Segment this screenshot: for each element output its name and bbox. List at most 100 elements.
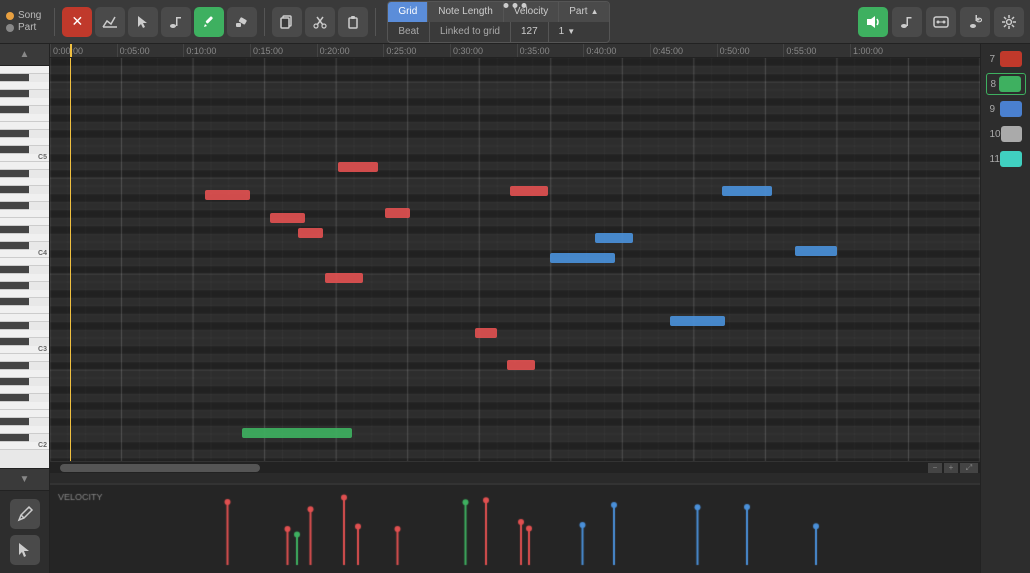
- piano-key-29[interactable]: [0, 298, 29, 306]
- piano-key-27[interactable]: [0, 282, 29, 290]
- piano-key-0[interactable]: [0, 66, 49, 74]
- note-4[interactable]: [385, 208, 410, 218]
- piano-key-44[interactable]: [0, 418, 29, 426]
- piano-key-21[interactable]: [0, 234, 49, 242]
- velocity-value-button[interactable]: 127: [511, 22, 549, 42]
- piano-key-42[interactable]: [0, 402, 49, 410]
- piano-key-43[interactable]: [0, 410, 49, 418]
- piano-key-13[interactable]: [0, 170, 29, 178]
- piano-key-11[interactable]: C5: [0, 154, 49, 162]
- piano-key-41[interactable]: [0, 394, 29, 402]
- note-6[interactable]: [475, 328, 497, 338]
- piano-key-9[interactable]: [0, 138, 49, 146]
- part-header-button[interactable]: Part ▲: [559, 2, 608, 22]
- piano-key-17[interactable]: [0, 202, 29, 210]
- piano-key-22[interactable]: [0, 242, 29, 250]
- channel-item-11[interactable]: 11: [986, 148, 1026, 170]
- note-icon-button[interactable]: [892, 7, 922, 37]
- piano-key-38[interactable]: [0, 370, 49, 378]
- scroll-thumb[interactable]: [60, 464, 260, 472]
- piano-key-30[interactable]: [0, 306, 49, 314]
- note-5[interactable]: [325, 273, 363, 283]
- piano-key-28[interactable]: [0, 290, 49, 298]
- piano-key-24[interactable]: [0, 258, 49, 266]
- piano-key-32[interactable]: [0, 322, 29, 330]
- piano-key-14[interactable]: [0, 178, 49, 186]
- note-12[interactable]: [722, 186, 772, 196]
- note-9[interactable]: [550, 253, 615, 263]
- note-13[interactable]: [795, 246, 837, 256]
- note-10[interactable]: [595, 233, 633, 243]
- midi-button[interactable]: [926, 7, 956, 37]
- part-down-arrow[interactable]: ▼: [567, 27, 575, 36]
- piano-key-25[interactable]: [0, 266, 29, 274]
- grid-area[interactable]: [50, 58, 980, 461]
- piano-key-19[interactable]: [0, 218, 49, 226]
- piano-roll[interactable]: 0:00:000:05:000:10:000:15:000:20:000:25:…: [50, 44, 980, 473]
- piano-key-46[interactable]: [0, 434, 29, 442]
- pointer-tool-button[interactable]: [10, 535, 40, 565]
- graph-button[interactable]: [95, 7, 125, 37]
- piano-key-35[interactable]: C3: [0, 346, 49, 354]
- piano-key-37[interactable]: [0, 362, 29, 370]
- note-14[interactable]: [242, 428, 352, 438]
- piano-key-5[interactable]: [0, 106, 29, 114]
- speaker-button[interactable]: [858, 7, 888, 37]
- note-7[interactable]: [507, 360, 535, 370]
- velocity-panel[interactable]: VELOCITY: [50, 483, 980, 573]
- piano-key-10[interactable]: [0, 146, 29, 154]
- note-button[interactable]: [161, 7, 191, 37]
- channel-item-7[interactable]: 7: [986, 48, 1026, 70]
- sidebar-up-button[interactable]: ▲: [0, 44, 49, 66]
- piano-key-2[interactable]: [0, 82, 49, 90]
- piano-key-1[interactable]: [0, 74, 29, 82]
- piano-key-34[interactable]: [0, 338, 29, 346]
- piano-key-40[interactable]: [0, 386, 49, 394]
- copy-button[interactable]: [272, 7, 302, 37]
- zoom-minus-button[interactable]: −: [928, 463, 942, 473]
- piano-key-47[interactable]: C2: [0, 442, 49, 450]
- expand-button[interactable]: ⤢: [960, 463, 978, 473]
- note-length-button[interactable]: Note Length: [428, 2, 504, 22]
- note-3[interactable]: [338, 162, 378, 172]
- linked-to-grid-button[interactable]: Linked to grid: [430, 22, 511, 42]
- eraser-button[interactable]: [227, 7, 257, 37]
- piano-key-20[interactable]: [0, 226, 29, 234]
- piano-key-36[interactable]: [0, 354, 49, 362]
- cursor-button[interactable]: [128, 7, 158, 37]
- note-2[interactable]: [298, 228, 323, 238]
- zoom-plus-button[interactable]: +: [944, 463, 958, 473]
- channel-item-9[interactable]: 9: [986, 98, 1026, 120]
- h-scrollbar[interactable]: − + ⤢: [50, 461, 980, 473]
- piano-key-23[interactable]: C4: [0, 250, 49, 258]
- part-up-arrow[interactable]: ▲: [591, 7, 599, 16]
- piano-key-16[interactable]: [0, 194, 49, 202]
- channel-item-8[interactable]: 8: [986, 73, 1026, 95]
- note-0[interactable]: [205, 190, 250, 200]
- part-value-button[interactable]: 1 ▼: [549, 22, 585, 42]
- sidebar-down-button[interactable]: ▼: [0, 468, 49, 490]
- piano-key-18[interactable]: [0, 210, 49, 218]
- piano-key-31[interactable]: [0, 314, 49, 322]
- pencil-button[interactable]: [194, 7, 224, 37]
- piano-key-15[interactable]: [0, 186, 29, 194]
- cut-button[interactable]: [305, 7, 335, 37]
- piano-key-12[interactable]: [0, 162, 49, 170]
- channel-item-10[interactable]: 10: [986, 123, 1026, 145]
- piano-key-33[interactable]: [0, 330, 49, 338]
- loop-button[interactable]: [960, 7, 990, 37]
- piano-key-4[interactable]: [0, 98, 49, 106]
- piano-key-3[interactable]: [0, 90, 29, 98]
- beat-button[interactable]: Beat: [388, 22, 430, 42]
- paste-button[interactable]: [338, 7, 368, 37]
- grid-button[interactable]: Grid: [388, 2, 428, 22]
- piano-key-45[interactable]: [0, 426, 49, 434]
- note-8[interactable]: [510, 186, 548, 196]
- settings-button[interactable]: [994, 7, 1024, 37]
- close-button[interactable]: ✕: [62, 7, 92, 37]
- note-1[interactable]: [270, 213, 305, 223]
- piano-key-8[interactable]: [0, 130, 29, 138]
- piano-key-26[interactable]: [0, 274, 49, 282]
- piano-key-7[interactable]: [0, 122, 49, 130]
- piano-key-6[interactable]: [0, 114, 49, 122]
